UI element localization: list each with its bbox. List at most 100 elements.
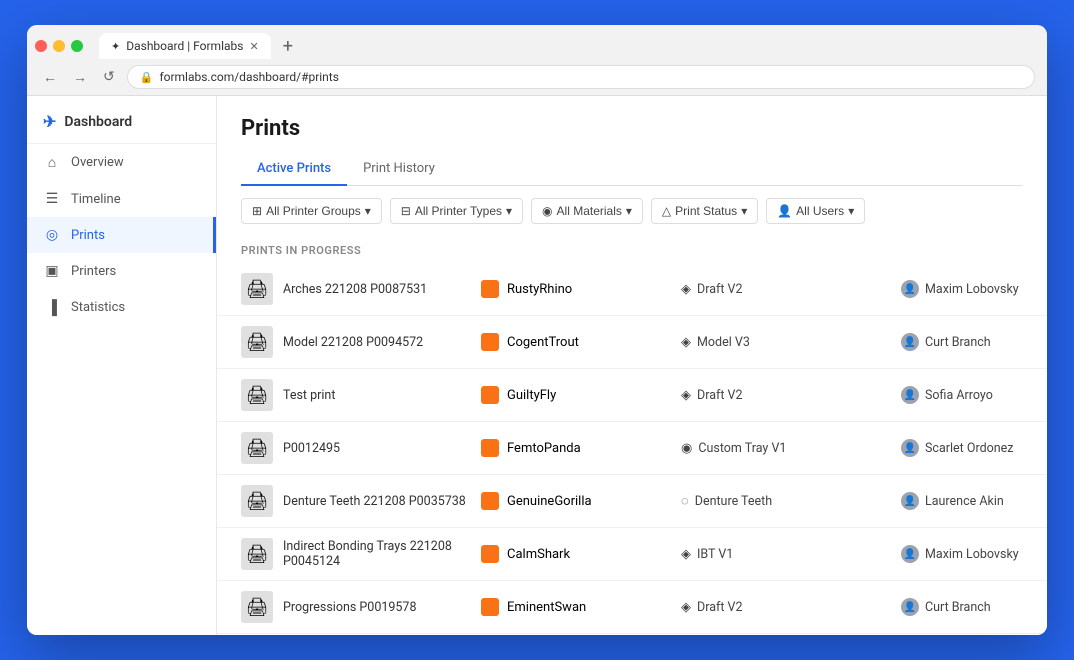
nav-label-statistics: Statistics [71,300,125,315]
material-icon: ◈ [681,388,691,403]
filter-types-chevron: ▾ [506,204,512,218]
table-row[interactable]: 🖨 Arches 221208 P0087531 RustyRhino ◈ Dr… [217,263,1047,316]
material-name: IBT V1 [697,547,733,562]
user-name: Curt Branch [925,335,991,350]
printer-color-dot [481,598,499,616]
filter-print-status[interactable]: △ Print Status ▾ [651,198,758,224]
table-row[interactable]: 🖨 P0012495 FemtoPanda ◉ Custom Tray V1 👤… [217,422,1047,475]
tab-title: Dashboard | Formlabs [126,39,243,53]
material-icon: ◈ [681,335,691,350]
filter-printer-types[interactable]: ⊟ All Printer Types ▾ [390,198,523,224]
filter-materials[interactable]: ◉ All Materials ▾ [531,198,643,224]
printer-cell: GuiltyFly [481,386,681,404]
tab-favicon: ✦ [111,40,120,53]
print-name: Denture Teeth 221208 P0035738 [283,494,466,509]
sidebar-item-prints[interactable]: ◎ Prints [27,217,216,253]
brand-icon: ✈ [43,112,56,131]
filter-materials-chevron: ▾ [626,204,632,218]
print-thumbnail: 🖨 [241,591,273,623]
materials-icon: ◉ [542,204,552,218]
nav-label-printers: Printers [71,264,116,279]
print-name-cell: 🖨 P0012495 [241,432,481,464]
close-button[interactable] [35,40,47,52]
forward-button[interactable]: → [69,67,91,88]
thumb-icon: 🖨 [246,597,269,618]
tab-close-icon[interactable]: ✕ [249,40,258,53]
material-cell: ◈ Draft V2 [681,282,901,297]
in-progress-rows: 🖨 Arches 221208 P0087531 RustyRhino ◈ Dr… [217,263,1047,635]
maximize-button[interactable] [71,40,83,52]
window-controls [35,40,83,52]
filter-groups-chevron: ▾ [365,204,371,218]
avatar: 👤 [901,439,919,457]
table-row[interactable]: 🖨 Indirect Bonding Trays 221208 P0045124… [217,528,1047,581]
printer-name: CogentTrout [507,335,579,350]
printer-color-dot [481,545,499,563]
printer-name: GuiltyFly [507,388,556,403]
minimize-button[interactable] [53,40,65,52]
material-icon: ◈ [681,547,691,562]
tab-bar-main: Active Prints Print History [241,153,1023,186]
sidebar-item-overview[interactable]: ⌂ Overview [27,144,216,181]
new-tab-button[interactable]: + [275,36,301,57]
printers-icon: ▣ [43,263,61,279]
printer-cell: EminentSwan [481,598,681,616]
print-name-cell: 🖨 Model 221208 P0094572 [241,326,481,358]
browser-window: ✦ Dashboard | Formlabs ✕ + ← → ↺ 🔒 forml… [27,25,1047,635]
user-cell: 👤 Maxim Lobovsky [901,280,1023,298]
brand-label: Dashboard [64,114,132,130]
print-name: P0012495 [283,441,340,456]
material-cell: ◈ Draft V2 [681,388,901,403]
printer-color-dot [481,386,499,404]
sidebar-item-statistics[interactable]: ▐ Statistics [27,289,216,326]
print-name-cell: 🖨 Test print [241,379,481,411]
table-row[interactable]: 🖨 Model 221208 P0094572 CogentTrout ◈ Mo… [217,316,1047,369]
avatar: 👤 [901,280,919,298]
filter-printer-groups[interactable]: ⊞ All Printer Groups ▾ [241,198,382,224]
filter-users-chevron: ▾ [848,204,854,218]
sidebar-item-timeline[interactable]: ☰ Timeline [27,181,216,217]
tab-active-prints[interactable]: Active Prints [241,153,347,186]
tab-print-history[interactable]: Print History [347,153,451,186]
avatar: 👤 [901,545,919,563]
filter-status-chevron: ▾ [741,204,747,218]
material-name: Draft V2 [697,388,743,403]
printer-name: FemtoPanda [507,441,581,456]
print-thumbnail: 🖨 [241,538,273,570]
material-cell: ◈ Model V3 [681,335,901,350]
printer-name: RustyRhino [507,282,572,297]
thumb-icon: 🖨 [246,491,269,512]
thumb-icon: 🖨 [246,279,269,300]
url-bar[interactable]: 🔒 formlabs.com/dashboard/#prints [127,65,1035,89]
main-content: Prints Active Prints Print History ⊞ All… [217,96,1047,635]
printer-cell: CogentTrout [481,333,681,351]
reload-button[interactable]: ↺ [99,67,119,87]
user-cell: 👤 Curt Branch [901,598,1023,616]
filter-users[interactable]: 👤 All Users ▾ [766,198,865,224]
table-row[interactable]: 🖨 Permanent Crowns 221209 P0036283 Shrew… [217,634,1047,635]
page-header: Prints Active Prints Print History [217,96,1047,186]
printer-color-dot [481,492,499,510]
sidebar-item-printers[interactable]: ▣ Printers [27,253,216,289]
print-thumbnail: 🖨 [241,485,273,517]
user-cell: 👤 Laurence Akin [901,492,1023,510]
table-row[interactable]: 🖨 Test print GuiltyFly ◈ Draft V2 👤 Sofi… [217,369,1047,422]
active-tab[interactable]: ✦ Dashboard | Formlabs ✕ [99,33,271,59]
url-text: formlabs.com/dashboard/#prints [159,70,338,84]
printer-color-dot [481,280,499,298]
status-icon: △ [662,204,671,218]
printer-color-dot [481,333,499,351]
browser-body: ✈ Dashboard ⌂ Overview ☰ Timeline ◎ Prin… [27,96,1047,635]
material-name: Denture Teeth [695,494,772,509]
print-name: Indirect Bonding Trays 221208 P0045124 [283,539,481,569]
print-name: Model 221208 P0094572 [283,335,423,350]
back-button[interactable]: ← [39,67,61,88]
material-cell: ◈ Draft V2 [681,600,901,615]
filter-types-label: All Printer Types [415,204,502,218]
print-name: Progressions P0019578 [283,600,416,615]
table-row[interactable]: 🖨 Progressions P0019578 EminentSwan ◈ Dr… [217,581,1047,634]
home-icon: ⌂ [43,154,61,171]
table-row[interactable]: 🖨 Denture Teeth 221208 P0035738 GenuineG… [217,475,1047,528]
material-name: Draft V2 [697,282,743,297]
filter-status-label: Print Status [675,204,737,218]
